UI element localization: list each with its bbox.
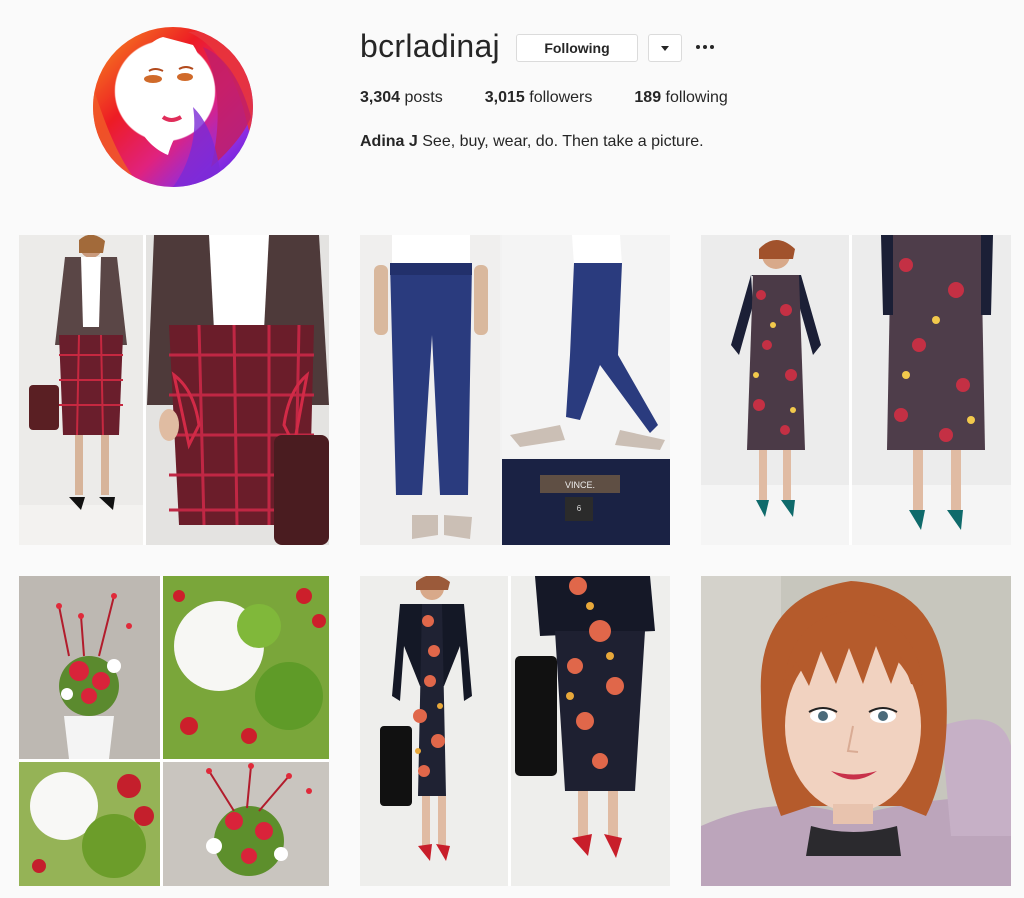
followers-count: 3,015 (484, 89, 525, 106)
post-thumbnail[interactable] (360, 576, 670, 886)
followers-stat[interactable]: 3,015 followers (485, 89, 593, 107)
posts-stat: 3,304 posts (360, 89, 443, 107)
post-image (701, 235, 1011, 545)
posts-count: 3,304 (360, 89, 401, 106)
following-button[interactable]: Following (516, 34, 638, 62)
post-thumbnail[interactable] (19, 576, 329, 886)
profile-username: bcrladinaj (360, 28, 500, 64)
post-image (19, 235, 329, 545)
following-count: 189 (634, 89, 662, 106)
posts-label: posts (404, 89, 443, 106)
post-thumbnail[interactable]: VINCE. 6 (360, 235, 670, 545)
post-image: VINCE. 6 (360, 235, 670, 545)
profile-full-name: Adina J (360, 133, 418, 150)
chevron-down-icon (661, 45, 669, 51)
profile-bio: Adina J See, buy, wear, do. Then take a … (360, 133, 704, 151)
profile-stats: 3,304 posts 3,015 followers 189 followin… (360, 89, 770, 107)
brand-tag-text: VINCE. (565, 480, 595, 490)
more-options-icon[interactable] (694, 36, 716, 58)
size-tag-text: 6 (577, 504, 582, 513)
post-image (19, 576, 329, 886)
profile-bio-text: See, buy, wear, do. Then take a picture. (422, 133, 704, 150)
profile-avatar[interactable] (93, 27, 253, 187)
following-stat[interactable]: 189 following (634, 89, 727, 107)
suggestions-dropdown-button[interactable] (648, 34, 682, 62)
post-image (360, 576, 670, 886)
post-thumbnail[interactable] (19, 235, 329, 545)
followers-label: followers (529, 89, 593, 106)
post-thumbnail[interactable] (701, 576, 1011, 886)
post-thumbnail[interactable] (701, 235, 1011, 545)
post-image (701, 576, 1011, 886)
following-label: following (665, 89, 728, 106)
